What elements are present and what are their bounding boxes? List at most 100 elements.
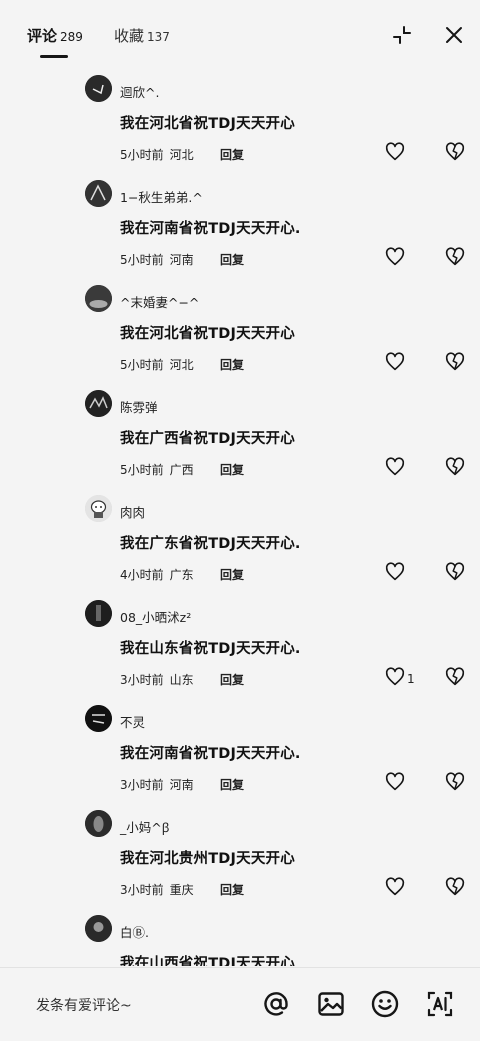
comment-username[interactable]: 迴欣^. bbox=[120, 82, 159, 101]
broken-heart-icon[interactable] bbox=[444, 561, 466, 583]
heart-icon[interactable] bbox=[384, 246, 406, 268]
active-tab-indicator bbox=[40, 55, 68, 58]
comment-time: 5小时前 bbox=[120, 463, 164, 477]
reply-button[interactable]: 回复 bbox=[220, 881, 244, 898]
comment-time: 4小时前 bbox=[120, 568, 164, 582]
ai-icon[interactable] bbox=[425, 989, 455, 1019]
comment-item: _小妈^ꞵ 我在河北贵州TDJ天天开心 3小时前 重庆 回复 bbox=[0, 805, 480, 910]
comment-meta: 5小时前 河北 bbox=[120, 146, 194, 163]
comment-username[interactable]: ^末婚妻^−^ bbox=[120, 292, 199, 311]
comment-item: 迴欣^. 我在河北省祝TDJ天天开心 5小时前 河北 回复 bbox=[0, 70, 480, 175]
avatar[interactable] bbox=[85, 810, 112, 837]
comment-location: 山东 bbox=[169, 673, 194, 687]
comment-location: 河南 bbox=[169, 778, 194, 792]
collapse-icon[interactable] bbox=[391, 24, 413, 46]
heart-icon[interactable] bbox=[384, 771, 406, 793]
comment-text: 我在广东省祝TDJ天天开心. bbox=[120, 536, 301, 552]
comment-username[interactable]: 1−秋生弟弟.^ bbox=[120, 187, 203, 206]
comment-text: 我在河北省祝TDJ天天开心 bbox=[120, 116, 295, 132]
tab-comments[interactable]: 评论 289 bbox=[27, 25, 83, 46]
avatar[interactable] bbox=[85, 600, 112, 627]
comment-time: 3小时前 bbox=[120, 673, 164, 687]
tab-comments-label: 评论 bbox=[27, 27, 58, 45]
comment-item: 肉肉 我在广东省祝TDJ天天开心. 4小时前 广东 回复 bbox=[0, 490, 480, 595]
comment-text: 我在河南省祝TDJ天天开心. bbox=[120, 221, 301, 237]
comment-location: 河北 bbox=[169, 148, 194, 162]
comment-time: 5小时前 bbox=[120, 358, 164, 372]
avatar[interactable] bbox=[85, 495, 112, 522]
broken-heart-icon[interactable] bbox=[444, 141, 466, 163]
comment-time: 5小时前 bbox=[120, 148, 164, 162]
heart-icon[interactable] bbox=[384, 141, 406, 163]
comment-time: 3小时前 bbox=[120, 778, 164, 792]
broken-heart-icon[interactable] bbox=[444, 246, 466, 268]
comment-meta: 5小时前 河北 bbox=[120, 356, 194, 373]
comment-item: 1−秋生弟弟.^ 我在河南省祝TDJ天天开心. 5小时前 河南 回复 bbox=[0, 175, 480, 280]
avatar[interactable] bbox=[85, 915, 112, 942]
comments-count: 289 bbox=[60, 30, 83, 44]
comment-text: 我在河北省祝TDJ天天开心 bbox=[120, 326, 295, 342]
comment-input[interactable]: 发条有爱评论~ bbox=[36, 995, 132, 1015]
broken-heart-icon[interactable] bbox=[444, 771, 466, 793]
heart-icon[interactable] bbox=[384, 561, 406, 583]
image-icon[interactable] bbox=[316, 989, 346, 1019]
comment-meta: 4小时前 广东 bbox=[120, 566, 194, 583]
heart-icon[interactable] bbox=[384, 666, 406, 688]
avatar[interactable] bbox=[85, 180, 112, 207]
comment-item: 白Ⓑ. 我在山西省祝TDJ天天开心 bbox=[0, 910, 480, 966]
comment-item: 08_小晒沭z² 我在山东省祝TDJ天天开心. 3小时前 山东 回复 1 bbox=[0, 595, 480, 700]
comment-username[interactable]: _小妈^ꞵ bbox=[120, 817, 170, 836]
tab-favorites[interactable]: 收藏 137 bbox=[114, 25, 170, 46]
broken-heart-icon[interactable] bbox=[444, 456, 466, 478]
reply-button[interactable]: 回复 bbox=[220, 566, 244, 583]
tab-favorites-label: 收藏 bbox=[114, 27, 145, 45]
comment-item: 不灵 我在河南省祝TDJ天天开心. 3小时前 河南 回复 bbox=[0, 700, 480, 805]
favorites-count: 137 bbox=[147, 30, 170, 44]
comment-location: 重庆 bbox=[169, 883, 194, 897]
comment-item: ^末婚妻^−^ 我在河北省祝TDJ天天开心 5小时前 河北 回复 bbox=[0, 280, 480, 385]
comment-text: 我在河北贵州TDJ天天开心 bbox=[120, 851, 295, 867]
comment-username[interactable]: 肉肉 bbox=[120, 502, 145, 521]
broken-heart-icon[interactable] bbox=[444, 666, 466, 688]
comment-meta: 3小时前 重庆 bbox=[120, 881, 194, 898]
comment-meta: 3小时前 山东 bbox=[120, 671, 194, 688]
divider bbox=[0, 967, 480, 968]
comment-text: 我在河南省祝TDJ天天开心. bbox=[120, 746, 301, 762]
reply-button[interactable]: 回复 bbox=[220, 146, 244, 163]
broken-heart-icon[interactable] bbox=[444, 351, 466, 373]
comment-meta: 3小时前 河南 bbox=[120, 776, 194, 793]
comment-username[interactable]: 08_小晒沭z² bbox=[120, 607, 191, 626]
comment-meta: 5小时前 广西 bbox=[120, 461, 194, 478]
heart-icon[interactable] bbox=[384, 876, 406, 898]
reply-button[interactable]: 回复 bbox=[220, 356, 244, 373]
comment-time: 5小时前 bbox=[120, 253, 164, 267]
close-icon[interactable] bbox=[443, 24, 465, 46]
heart-icon[interactable] bbox=[384, 456, 406, 478]
comment-meta: 5小时前 河南 bbox=[120, 251, 194, 268]
comment-location: 广西 bbox=[169, 463, 194, 477]
reply-button[interactable]: 回复 bbox=[220, 776, 244, 793]
heart-icon[interactable] bbox=[384, 351, 406, 373]
avatar[interactable] bbox=[85, 75, 112, 102]
comment-location: 广东 bbox=[169, 568, 194, 582]
comment-input-bar: 发条有爱评论~ bbox=[0, 967, 480, 1041]
avatar[interactable] bbox=[85, 285, 112, 312]
comment-item: 陈雰弹 我在广西省祝TDJ天天开心 5小时前 广西 回复 bbox=[0, 385, 480, 490]
comment-panel-header: 评论 289 收藏 137 bbox=[0, 0, 480, 66]
comment-username[interactable]: 不灵 bbox=[120, 712, 145, 731]
reply-button[interactable]: 回复 bbox=[220, 251, 244, 268]
reply-button[interactable]: 回复 bbox=[220, 461, 244, 478]
comment-time: 3小时前 bbox=[120, 883, 164, 897]
broken-heart-icon[interactable] bbox=[444, 876, 466, 898]
comment-text: 我在广西省祝TDJ天天开心 bbox=[120, 431, 295, 447]
comment-location: 河南 bbox=[169, 253, 194, 267]
comment-location: 河北 bbox=[169, 358, 194, 372]
avatar[interactable] bbox=[85, 705, 112, 732]
at-icon[interactable] bbox=[261, 989, 291, 1019]
comment-username[interactable]: 陈雰弹 bbox=[120, 397, 158, 416]
comment-username[interactable]: 白Ⓑ. bbox=[120, 922, 149, 941]
comment-list[interactable]: 迴欣^. 我在河北省祝TDJ天天开心 5小时前 河北 回复 1−秋生弟弟.^ 我在… bbox=[0, 66, 480, 966]
emoji-icon[interactable] bbox=[370, 989, 400, 1019]
avatar[interactable] bbox=[85, 390, 112, 417]
reply-button[interactable]: 回复 bbox=[220, 671, 244, 688]
